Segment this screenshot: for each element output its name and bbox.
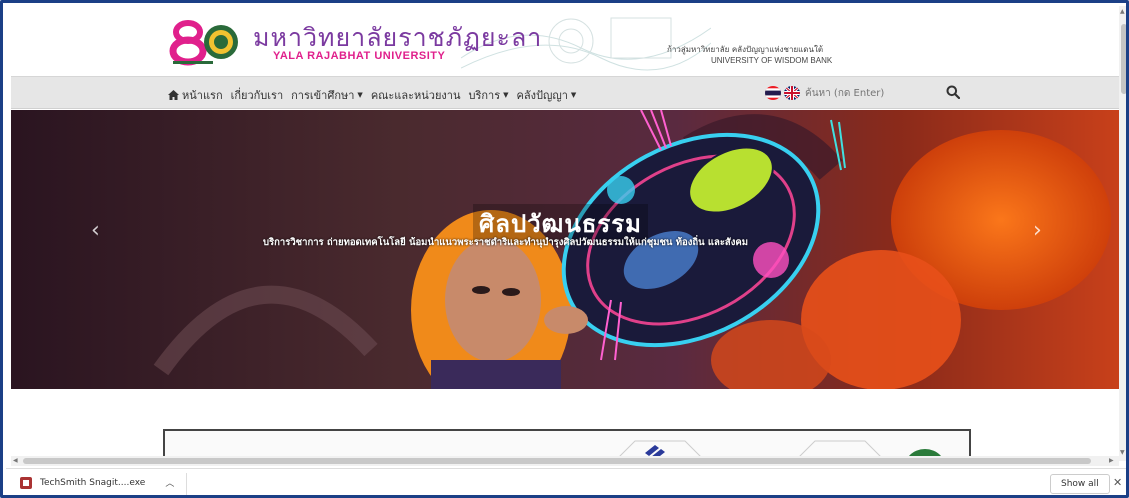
nav-item-label: การเข้าศึกษา: [291, 89, 355, 102]
home-icon: [168, 90, 179, 100]
site-header: มหาวิทยาลัยราชภัฏยะลา YALA RAJABHAT UNIV…: [11, 6, 1119, 76]
show-all-button[interactable]: Show all: [1050, 474, 1110, 494]
main-nav: หน้าแรก เกี่ยวกับเรา การเข้าศึกษา ▼ คณะแ…: [11, 76, 1119, 109]
nav-item-wisdom-bank[interactable]: คลังปัญญา ▼: [517, 86, 577, 104]
nav-menu: หน้าแรก เกี่ยวกับเรา การเข้าศึกษา ▼ คณะแ…: [168, 86, 576, 104]
nav-item-home[interactable]: หน้าแรก: [168, 86, 223, 104]
download-file-name: TechSmith Snagit....exe: [40, 477, 146, 488]
chevron-down-icon: ▼: [357, 91, 363, 99]
vertical-scroll-thumb[interactable]: [1121, 24, 1126, 94]
nav-item-label: คณะและหน่วยงาน: [370, 89, 461, 102]
chevron-down-icon: ▼: [503, 91, 509, 99]
thai-flag-icon[interactable]: [765, 86, 781, 100]
download-item[interactable]: TechSmith Snagit....exe ︿: [20, 476, 174, 489]
nav-item-label: คลังปัญญา: [516, 89, 568, 102]
slider-prev-arrow-icon[interactable]: ‹: [91, 218, 100, 243]
close-icon[interactable]: ✕: [1113, 476, 1122, 489]
nav-item-label: บริการ: [468, 89, 501, 102]
nav-item-label: เกี่ยวกับเรา: [230, 89, 284, 102]
search-icon: [946, 85, 961, 99]
hero-slider: ศิลปวัฒนธรรม บริการวิชาการ ถ่ายทอดเทคโนโ…: [11, 110, 1119, 389]
scroll-down-icon[interactable]: ▼: [1120, 449, 1125, 456]
scroll-left-icon[interactable]: ◀: [13, 457, 18, 464]
slogan-thai: ก้าวสู่มหาวิทยาลัย คลังปัญญาแห่งชายแดนใต…: [667, 45, 824, 54]
university-name-english: YALA RAJABHAT UNIVERSITY: [273, 50, 446, 62]
nav-item-about[interactable]: เกี่ยวกับเรา: [231, 86, 284, 104]
download-divider: [186, 473, 187, 495]
page-viewport: มหาวิทยาลัยราชภัฏยะลา YALA RAJABHAT UNIV…: [11, 6, 1119, 461]
download-bar: TechSmith Snagit....exe ︿ Show all ✕: [6, 468, 1126, 495]
chevron-down-icon: ▼: [570, 91, 577, 99]
nav-item-admission[interactable]: การเข้าศึกษา ▼: [291, 86, 363, 104]
search-button[interactable]: [943, 83, 963, 103]
uk-flag-icon[interactable]: [784, 86, 800, 100]
vertical-scrollbar[interactable]: ▲ ▼: [1119, 6, 1126, 461]
hero-subtitle: บริการวิชาการ ถ่ายทอดเทคโนโลยี น้อมนำแนว…: [263, 237, 748, 248]
nav-item-faculties[interactable]: คณะและหน่วยงาน: [371, 86, 461, 104]
slogan-english: UNIVERSITY OF WISDOM BANK: [711, 56, 833, 65]
nav-item-services[interactable]: บริการ ▼: [468, 86, 508, 104]
horizontal-scroll-thumb[interactable]: [23, 458, 1091, 464]
scroll-right-icon[interactable]: ▶: [1109, 457, 1114, 464]
scroll-up-icon[interactable]: ▲: [1120, 8, 1125, 15]
slider-next-arrow-icon[interactable]: ›: [1033, 218, 1042, 243]
search-input[interactable]: [801, 83, 921, 103]
language-switcher: [765, 86, 800, 100]
nav-item-label: หน้าแรก: [182, 89, 223, 102]
logo-80-emblem: [169, 20, 238, 66]
chevron-up-icon[interactable]: ︿: [165, 476, 174, 489]
snagit-file-icon: [20, 476, 32, 489]
browser-window: มหาวิทยาลัยราชภัฏยะลา YALA RAJABHAT UNIV…: [0, 0, 1129, 498]
horizontal-scrollbar[interactable]: ◀ ▶: [11, 456, 1119, 466]
